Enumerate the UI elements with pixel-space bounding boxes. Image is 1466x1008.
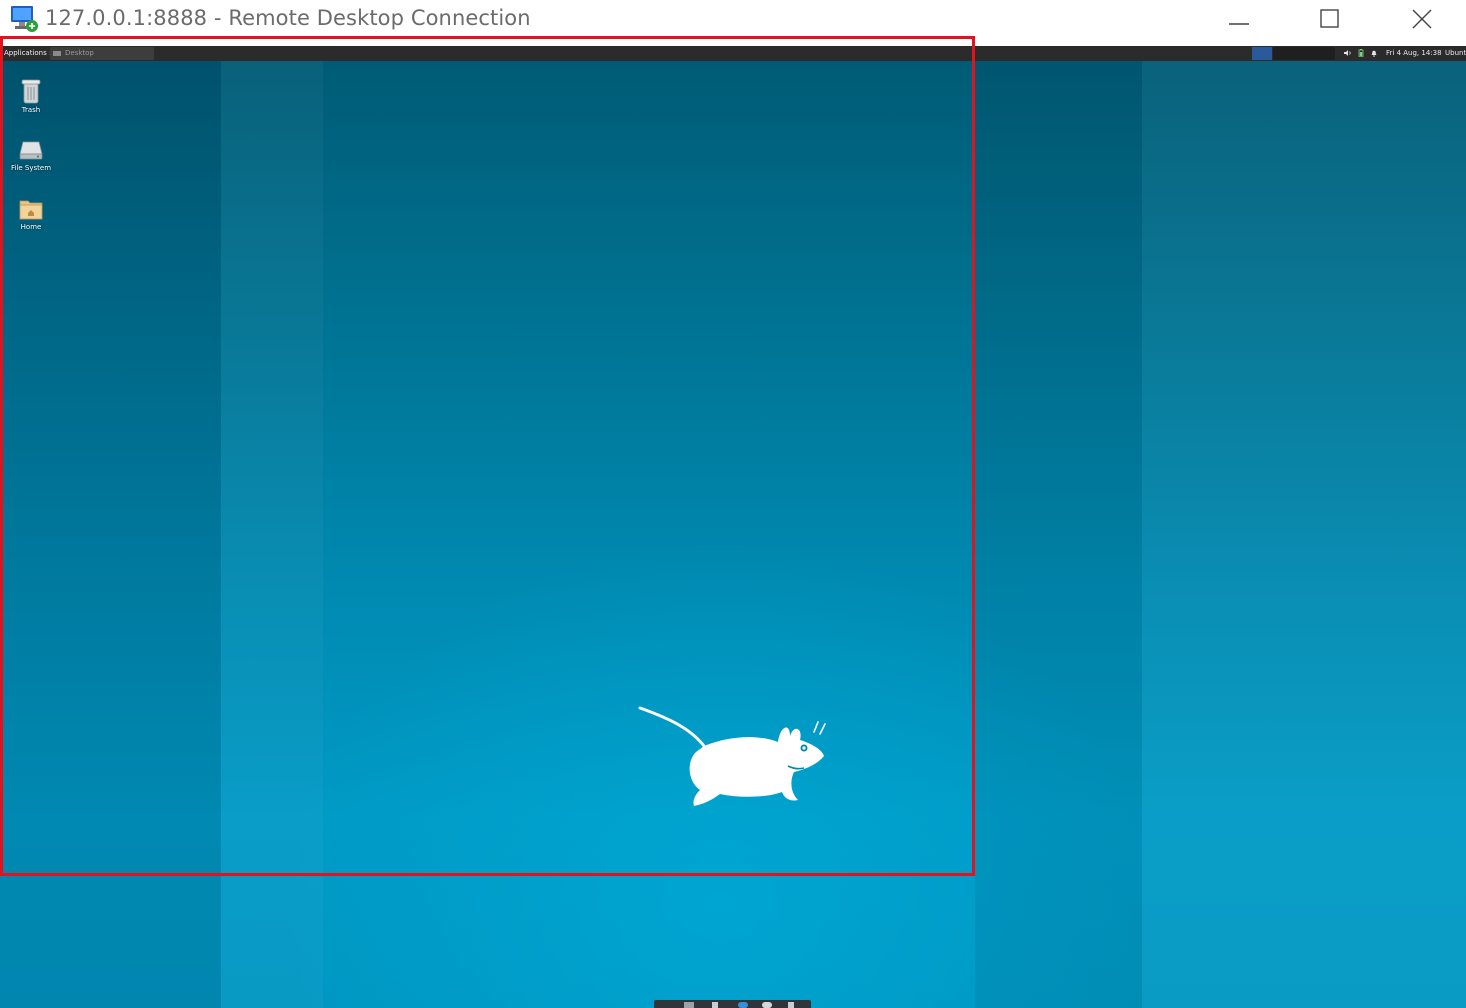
- maximize-icon: [1320, 9, 1339, 28]
- close-button[interactable]: [1376, 0, 1466, 38]
- workspace-1[interactable]: [1252, 47, 1272, 60]
- wallpaper-stripe: [975, 46, 1142, 1008]
- battery-icon[interactable]: [1357, 49, 1365, 57]
- minimize-button[interactable]: [1193, 0, 1285, 38]
- search-icon[interactable]: [762, 1002, 772, 1008]
- highlight-box: [0, 36, 975, 876]
- workspace-2[interactable]: [1273, 47, 1335, 60]
- close-icon: [1412, 9, 1432, 29]
- remote-desktop-icon: [11, 6, 38, 32]
- notification-bell-icon[interactable]: [1370, 49, 1378, 57]
- panel-clock[interactable]: Fri 4 Aug, 14:38: [1386, 49, 1442, 57]
- folder-icon[interactable]: [788, 1002, 794, 1008]
- show-desktop-icon[interactable]: [684, 1002, 694, 1008]
- terminal-icon[interactable]: [712, 1002, 718, 1008]
- browser-icon[interactable]: [738, 1002, 748, 1008]
- bottom-dock: [654, 1000, 811, 1008]
- window-titlebar[interactable]: 127.0.0.1:8888 - Remote Desktop Connecti…: [0, 0, 1466, 38]
- minimize-icon: [1229, 23, 1249, 25]
- panel-user-menu[interactable]: Ubunt: [1445, 49, 1466, 57]
- volume-icon[interactable]: [1344, 49, 1352, 57]
- wallpaper-stripe: [1142, 46, 1466, 1008]
- window-title: 127.0.0.1:8888 - Remote Desktop Connecti…: [45, 6, 531, 30]
- maximize-button[interactable]: [1284, 0, 1376, 38]
